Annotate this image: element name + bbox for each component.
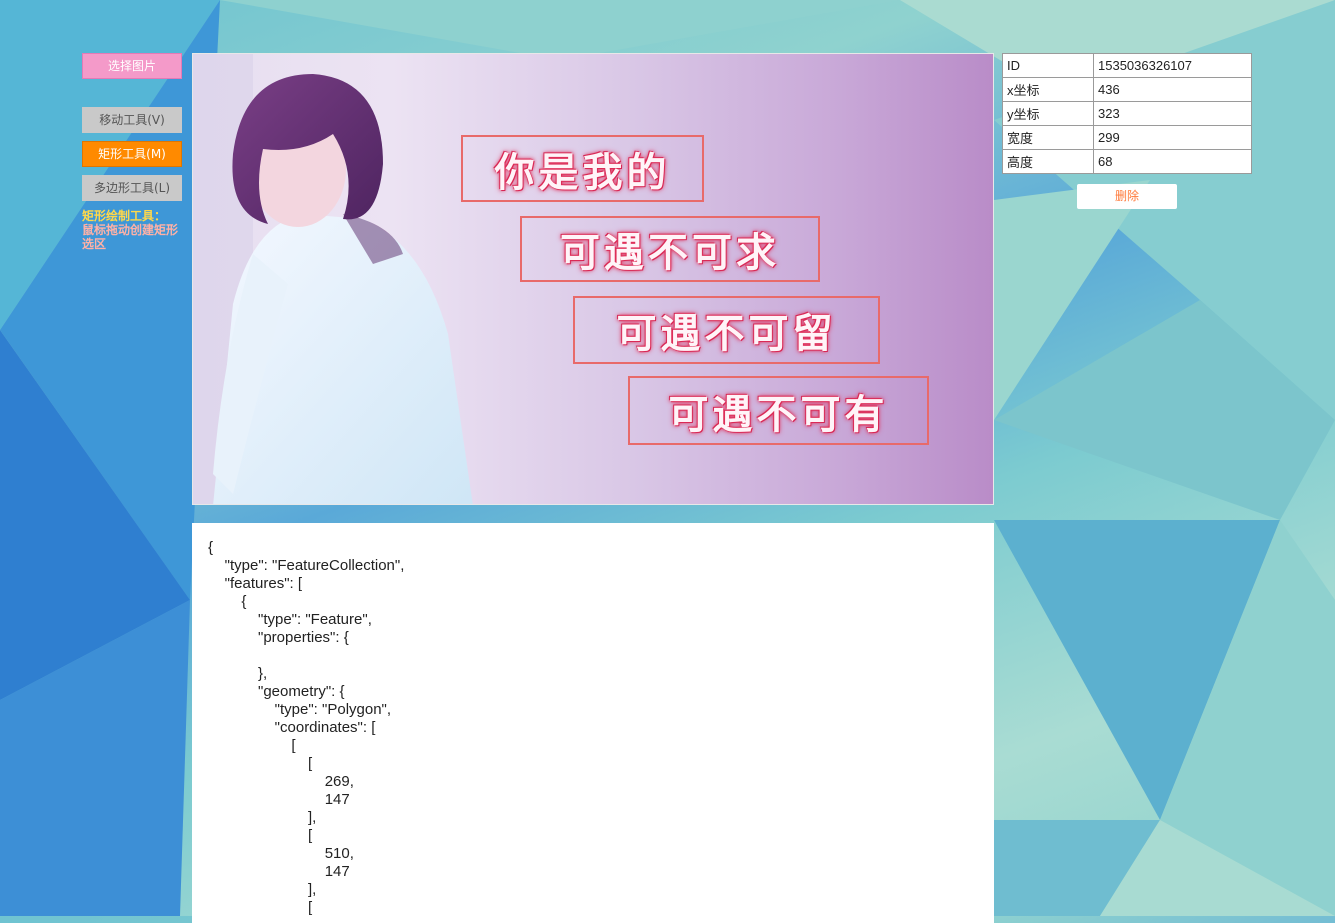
- table-row: 宽度 299: [1002, 125, 1252, 150]
- prop-label-x: x坐标: [1002, 77, 1094, 102]
- choose-image-button[interactable]: 选择图片: [82, 53, 182, 79]
- polygon-tool-button[interactable]: 多边形工具(L): [82, 175, 182, 201]
- prop-label-y: y坐标: [1002, 101, 1094, 126]
- move-tool-button[interactable]: 移动工具(V): [82, 107, 182, 133]
- properties-panel: ID 1535036326107 x坐标 436 y坐标 323 宽度 299 …: [1002, 53, 1252, 209]
- table-row: y坐标 323: [1002, 101, 1252, 126]
- geojson-output: { "type": "FeatureCollection", "features…: [192, 523, 994, 923]
- tool-hint: 矩形绘制工具： 鼠标拖动创建矩形选区: [82, 209, 182, 251]
- rect-tool-button[interactable]: 矩形工具(M): [82, 141, 182, 167]
- geojson-text: { "type": "FeatureCollection", "features…: [208, 539, 405, 916]
- prop-label-id: ID: [1002, 53, 1094, 78]
- tool-panel: 选择图片 移动工具(V) 矩形工具(M) 多边形工具(L) 矩形绘制工具： 鼠标…: [82, 53, 182, 251]
- table-row: 高度 68: [1002, 149, 1252, 174]
- prop-label-width: 宽度: [1002, 125, 1094, 150]
- table-row: x坐标 436: [1002, 77, 1252, 102]
- selection-rect-3[interactable]: 可遇不可留: [573, 296, 880, 364]
- prop-label-height: 高度: [1002, 149, 1094, 174]
- selection-rect-1[interactable]: 你是我的: [461, 135, 704, 202]
- table-row: ID 1535036326107: [1002, 53, 1252, 78]
- image-canvas[interactable]: 你是我的 可遇不可求 可遇不可留 可遇不可有: [192, 53, 994, 505]
- prop-value-y: 323: [1093, 101, 1252, 126]
- tool-hint-description: 鼠标拖动创建矩形选区: [82, 223, 179, 251]
- prop-value-width: 299: [1093, 125, 1252, 150]
- selection-rect-2[interactable]: 可遇不可求: [520, 216, 820, 282]
- tool-hint-title: 矩形绘制工具：: [82, 209, 167, 223]
- prop-value-x: 436: [1093, 77, 1252, 102]
- selection-rect-4[interactable]: 可遇不可有: [628, 376, 929, 445]
- properties-table: ID 1535036326107 x坐标 436 y坐标 323 宽度 299 …: [1002, 53, 1252, 174]
- prop-value-id: 1535036326107: [1093, 53, 1252, 78]
- delete-button[interactable]: 删除: [1077, 184, 1177, 209]
- prop-value-height: 68: [1093, 149, 1252, 174]
